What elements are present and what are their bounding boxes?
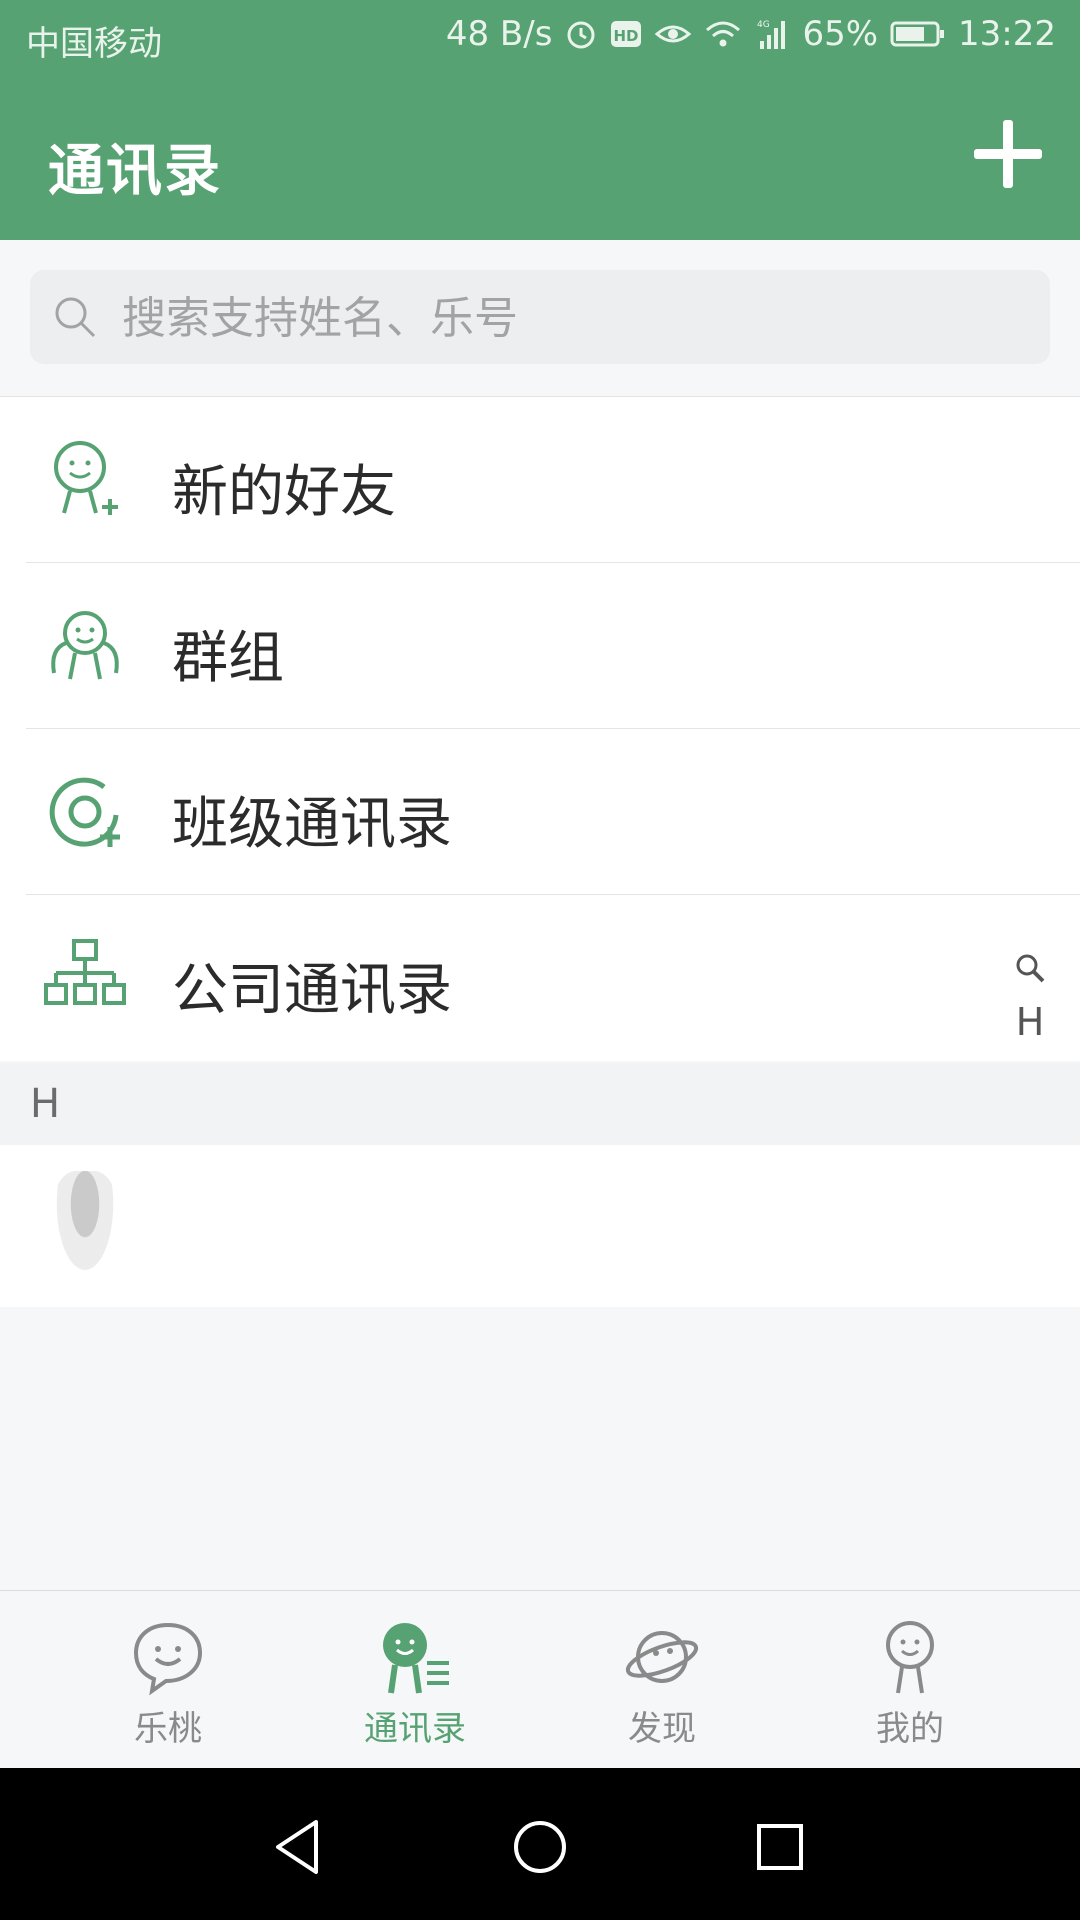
- plus-icon: [974, 120, 1042, 188]
- clock: 13:22: [958, 14, 1056, 54]
- eye-icon: [654, 18, 692, 50]
- tab-label: 发现: [628, 1709, 696, 1749]
- contact-row[interactable]: [0, 1145, 1080, 1307]
- tab-label: 通讯录: [364, 1709, 466, 1749]
- menu-item-groups[interactable]: 群组: [0, 563, 1080, 729]
- menu-item-new-friends[interactable]: 新的好友: [0, 397, 1080, 563]
- hd-icon: HD: [610, 18, 642, 50]
- index-letter-h[interactable]: H: [1010, 1000, 1050, 1044]
- new-friend-icon: [42, 437, 128, 523]
- battery-icon: [890, 19, 946, 49]
- menu-item-label: 新的好友: [172, 460, 396, 525]
- avatar: [52, 1171, 118, 1281]
- add-button[interactable]: [968, 114, 1048, 194]
- status-icons: 48 B/s HD 4G 65% 13:22: [446, 14, 1056, 54]
- menu-item-label: 班级通讯录: [172, 792, 452, 857]
- tab-label: 我的: [876, 1709, 944, 1749]
- status-bar: 中国移动 48 B/s HD 4G 65% 13:22: [0, 0, 1080, 76]
- page-title: 通讯录: [48, 139, 222, 204]
- svg-text:4G: 4G: [757, 20, 770, 30]
- tab-contacts[interactable]: 通讯录: [280, 1591, 550, 1769]
- section-letter: H: [30, 1081, 61, 1127]
- back-icon: [276, 1820, 318, 1874]
- recents-icon: [757, 1824, 803, 1870]
- search-area: [0, 240, 1080, 397]
- app-bar: 通讯录: [0, 76, 1080, 240]
- planet-icon: [622, 1617, 702, 1697]
- group-icon: [42, 603, 128, 689]
- tab-me[interactable]: 我的: [775, 1591, 1045, 1769]
- tab-bar: 乐桃 通讯录 发现 我的: [0, 1590, 1080, 1769]
- carrier-label: 中国移动: [26, 24, 162, 64]
- net-speed: 48 B/s: [445, 14, 553, 54]
- tab-letao[interactable]: 乐桃: [33, 1591, 303, 1769]
- wifi-icon: [704, 18, 742, 50]
- company-contacts-icon: [42, 935, 128, 1021]
- battery-percent: 65%: [802, 14, 879, 54]
- menu-item-label: 公司通讯录: [172, 958, 452, 1023]
- tab-discover[interactable]: 发现: [527, 1591, 797, 1769]
- contacts-menu: 新的好友 群组 班级通讯录 公司通讯录: [0, 397, 1080, 1061]
- contacts-icon: [375, 1617, 455, 1697]
- signal-4g-icon: 4G: [754, 17, 790, 51]
- svg-text:HD: HD: [614, 27, 639, 45]
- menu-item-class-contacts[interactable]: 班级通讯录: [0, 729, 1080, 895]
- chat-face-icon: [128, 1617, 208, 1697]
- search-input[interactable]: [120, 286, 1024, 350]
- menu-item-company-contacts[interactable]: 公司通讯录: [0, 895, 1080, 1061]
- search-box[interactable]: [30, 270, 1050, 364]
- profile-icon: [870, 1617, 950, 1697]
- search-icon[interactable]: [1010, 950, 1050, 994]
- class-contacts-icon: [42, 769, 128, 855]
- alarm-icon: [564, 17, 598, 51]
- tab-label: 乐桃: [134, 1709, 202, 1749]
- system-nav-bar: [0, 1768, 1080, 1920]
- alphabet-index[interactable]: H: [1010, 950, 1050, 1044]
- search-icon: [52, 294, 98, 344]
- home-button[interactable]: [505, 1812, 575, 1882]
- back-button[interactable]: [264, 1812, 334, 1882]
- menu-item-label: 群组: [172, 626, 284, 691]
- section-header: H: [0, 1063, 1080, 1145]
- home-icon: [514, 1821, 566, 1873]
- recents-button[interactable]: [745, 1812, 815, 1882]
